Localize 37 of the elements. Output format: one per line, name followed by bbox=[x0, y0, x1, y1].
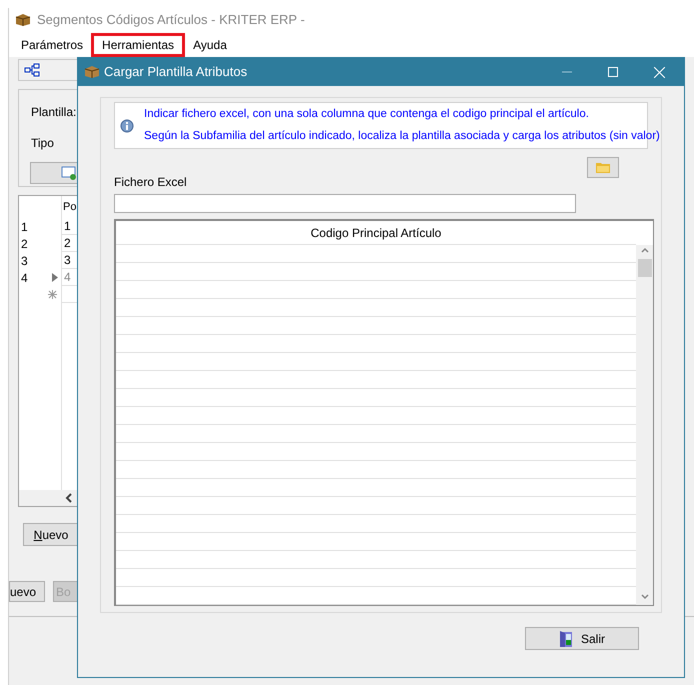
vertical-scrollbar[interactable] bbox=[636, 245, 653, 605]
column-header: Codigo Principal Artículo bbox=[116, 221, 636, 245]
info-text: Según la Subfamilia del artículo indicado, localiza la plantilla asociada y carga los atributos (sin valor) bbox=[144, 128, 660, 144]
field-label: Plantilla: bbox=[31, 104, 76, 121]
window-title: Segmentos Códigos Artículos - KRITER ERP - bbox=[37, 11, 305, 30]
scroll-down-icon[interactable] bbox=[640, 594, 648, 600]
folder-icon bbox=[596, 162, 610, 174]
add-button[interactable] bbox=[30, 162, 80, 184]
scroll-left-icon[interactable] bbox=[65, 493, 73, 503]
exit-button[interactable]: Salir bbox=[525, 627, 639, 650]
info-text: Indicar fichero excel, con una sola columna que contenga el codigo principal el artículo. bbox=[144, 107, 590, 122]
new-button[interactable]: Nuevo bbox=[23, 523, 79, 546]
menu-item[interactable]: Parámetros bbox=[13, 32, 92, 56]
row-header: 1 bbox=[21, 218, 28, 236]
file-input-field[interactable] bbox=[114, 194, 576, 213]
tree-icon[interactable] bbox=[24, 63, 40, 77]
box-icon bbox=[84, 65, 100, 79]
window-add-icon bbox=[61, 166, 77, 180]
menu-item[interactable]: Herramientas bbox=[91, 32, 186, 56]
field-label: Tipo bbox=[31, 135, 54, 152]
box-icon bbox=[15, 13, 31, 27]
row-header: 3 bbox=[21, 252, 28, 270]
browse-button[interactable] bbox=[587, 157, 619, 178]
scroll-up-icon[interactable] bbox=[640, 247, 648, 253]
column-header: Po bbox=[63, 200, 76, 215]
new-button[interactable]: uevo bbox=[9, 581, 45, 602]
row-header: 2 bbox=[21, 236, 28, 252]
dialog-title: Cargar Plantilla Atributos bbox=[104, 63, 248, 82]
info-icon bbox=[120, 118, 134, 133]
menu-item[interactable]: Ayuda bbox=[185, 32, 235, 56]
field-label: Fichero Excel bbox=[114, 174, 187, 192]
new-row-icon bbox=[48, 290, 57, 299]
maximize-icon[interactable] bbox=[608, 67, 618, 77]
scroll-thumb[interactable] bbox=[638, 259, 652, 277]
close-icon[interactable] bbox=[654, 66, 665, 78]
row-header: 4 bbox=[21, 270, 28, 286]
door-icon bbox=[558, 630, 573, 648]
